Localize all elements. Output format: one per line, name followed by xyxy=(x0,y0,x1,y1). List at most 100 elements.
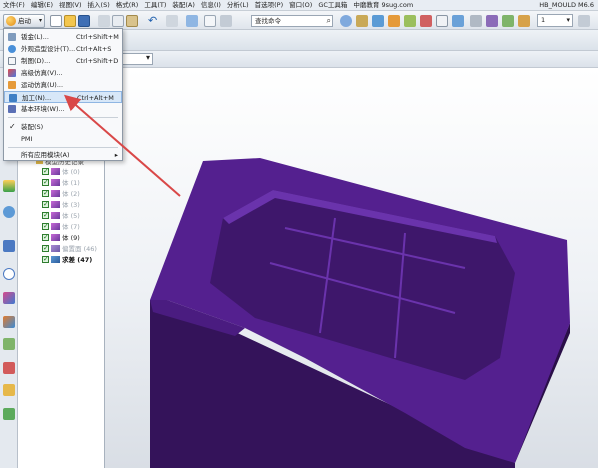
menu-item-all-applications[interactable]: 所有应用模块(A) ▸ xyxy=(4,149,122,161)
body-icon xyxy=(51,234,60,241)
sheet-metal-icon xyxy=(8,33,16,41)
palette-icon[interactable] xyxy=(3,362,15,374)
paste-icon[interactable] xyxy=(126,15,138,27)
menu-view[interactable]: 视图(V) xyxy=(56,0,85,10)
open-folder-icon[interactable] xyxy=(64,15,76,27)
tree-row-body-2[interactable]: 体 (2) xyxy=(42,188,80,199)
new-file-icon[interactable] xyxy=(50,15,62,27)
reuse-library-icon[interactable] xyxy=(3,292,15,304)
tree-row-body-1[interactable]: 体 (1) xyxy=(42,177,80,188)
menu-website[interactable]: 中磨教育 9sug.com xyxy=(350,0,416,10)
menu-preferences[interactable]: 首选项(P) xyxy=(252,0,287,10)
menu-assembly[interactable]: 装配(A) xyxy=(169,0,198,10)
window-title: HB_MOULD M6.6 xyxy=(539,1,594,9)
visibility-checkbox[interactable] xyxy=(42,243,49,253)
menu-information[interactable]: 信息(I) xyxy=(198,0,224,10)
menu-window[interactable]: 窗口(O) xyxy=(286,0,315,10)
tree-row-label: 体 (1) xyxy=(62,179,80,187)
menu-item-label: 基本环境(W)... xyxy=(21,105,65,113)
tree-row-body-0[interactable]: 体 (0) xyxy=(42,166,80,177)
role-icon[interactable] xyxy=(356,15,368,27)
check-icon: ✓ xyxy=(9,122,16,131)
constraint-navigator-icon[interactable] xyxy=(3,206,15,218)
visibility-checkbox[interactable] xyxy=(42,254,49,264)
tree-row-label: 体 (5) xyxy=(62,212,80,220)
menu-file[interactable]: 文件(F) xyxy=(0,0,28,10)
tree-row-body-7[interactable]: 体 (7) xyxy=(42,221,80,232)
tree-row-label: 体 (9) xyxy=(62,234,80,242)
history-icon[interactable] xyxy=(3,268,15,280)
visibility-checkbox[interactable] xyxy=(42,199,49,209)
menu-gc-toolbox[interactable]: GC工具箱 xyxy=(315,0,350,10)
menu-item-shortcut: Ctrl+Shift+D xyxy=(76,57,119,65)
menu-item-advanced-simulation[interactable]: 高级仿真(V)... xyxy=(4,67,122,79)
chevron-down-icon: ▾ xyxy=(38,17,42,24)
section-view-icon[interactable] xyxy=(452,15,464,27)
menu-tools[interactable]: 工具(T) xyxy=(141,0,169,10)
nx-window: 文件(F) 编辑(E) 视图(V) 插入(S) 格式(R) 工具(T) 装配(A) 信息(I)… xyxy=(0,0,598,468)
visibility-checkbox[interactable] xyxy=(42,188,49,198)
overflow-icon[interactable] xyxy=(578,15,590,27)
work-layer-select[interactable]: 1 ▾ xyxy=(537,14,573,27)
menu-item-assembly[interactable]: ✓ 装配(S) xyxy=(4,121,122,133)
visibility-checkbox[interactable] xyxy=(42,177,49,187)
menu-analysis[interactable]: 分析(L) xyxy=(224,0,252,10)
subtract-icon xyxy=(51,256,60,263)
menu-item-drafting[interactable]: 制图(D)... Ctrl+Shift+D xyxy=(4,55,122,67)
touch-mode-icon[interactable] xyxy=(220,15,232,27)
tree-row-body-9[interactable]: 体 (9) xyxy=(42,232,80,243)
repeat-icon[interactable] xyxy=(166,15,178,27)
visibility-checkbox[interactable] xyxy=(42,232,49,242)
graphics-window[interactable] xyxy=(105,68,598,468)
menu-item-motion-simulation[interactable]: 运动仿真(U)... xyxy=(4,79,122,91)
menu-format[interactable]: 格式(R) xyxy=(113,0,142,10)
process-studio-icon[interactable] xyxy=(3,384,15,396)
part-navigator-icon[interactable] xyxy=(3,240,15,252)
tree-row-body-5[interactable]: 体 (5) xyxy=(42,210,80,221)
command-search-input[interactable]: 查找命令 ⌕ xyxy=(251,15,333,27)
menu-item-label: 制图(D)... xyxy=(21,57,51,65)
wireframe-icon[interactable] xyxy=(436,15,448,27)
undo-icon[interactable]: ↶ xyxy=(148,15,160,27)
shape-studio-icon xyxy=(8,45,16,53)
layer-visible-icon[interactable] xyxy=(486,15,498,27)
shaded-icon[interactable] xyxy=(420,15,432,27)
help-icon[interactable] xyxy=(340,15,352,27)
roles-icon[interactable] xyxy=(3,408,15,420)
visibility-checkbox[interactable] xyxy=(42,210,49,220)
tree-row-offset-face[interactable]: 偏置面 (46) xyxy=(42,243,97,254)
save-icon[interactable] xyxy=(78,15,90,27)
menu-item-manufacturing[interactable]: 加工(N)... Ctrl+Alt+M xyxy=(4,91,122,103)
start-button[interactable]: 启动 ▾ xyxy=(3,14,45,28)
menu-item-pmi[interactable]: PMI xyxy=(4,133,122,145)
web-browser-icon[interactable] xyxy=(3,338,15,350)
render-style-icon[interactable] xyxy=(372,15,384,27)
show-hide-icon[interactable] xyxy=(186,15,198,27)
orient-view-icon[interactable] xyxy=(404,15,416,27)
assembly-navigator-icon[interactable] xyxy=(3,180,15,192)
start-icon xyxy=(6,16,16,26)
menu-item-label: 加工(N)... xyxy=(22,94,52,102)
copy-icon[interactable] xyxy=(112,15,124,27)
fit-icon[interactable] xyxy=(388,15,400,27)
menu-item-shape-studio[interactable]: 外观造型设计(T)... Ctrl+Alt+S xyxy=(4,43,122,55)
menu-item-label: 高级仿真(V)... xyxy=(21,69,63,77)
search-icon[interactable]: ⌕ xyxy=(327,16,331,26)
menu-item-label: 装配(S) xyxy=(21,123,44,131)
tree-row-subtract[interactable]: 求差 (47) xyxy=(42,254,92,265)
hd3d-tools-icon[interactable] xyxy=(3,316,15,328)
menu-insert[interactable]: 插入(S) xyxy=(85,0,113,10)
visibility-checkbox[interactable] xyxy=(42,221,49,231)
window-icon[interactable] xyxy=(204,15,216,27)
layer-settings-icon[interactable] xyxy=(470,15,482,27)
tree-row-body-3[interactable]: 体 (3) xyxy=(42,199,80,210)
drafting-icon xyxy=(8,57,16,65)
visibility-checkbox[interactable] xyxy=(42,166,49,176)
menu-item-label: 所有应用模块(A) xyxy=(21,151,70,159)
menu-edit[interactable]: 编辑(E) xyxy=(28,0,56,10)
menu-item-sheet-metal[interactable]: 钣金(L)... Ctrl+Shift+M xyxy=(4,31,122,43)
move-to-layer-icon[interactable] xyxy=(502,15,514,27)
cut-icon[interactable] xyxy=(98,15,110,27)
copy-to-layer-icon[interactable] xyxy=(518,15,530,27)
menu-item-gateway[interactable]: 基本环境(W)... xyxy=(4,103,122,115)
